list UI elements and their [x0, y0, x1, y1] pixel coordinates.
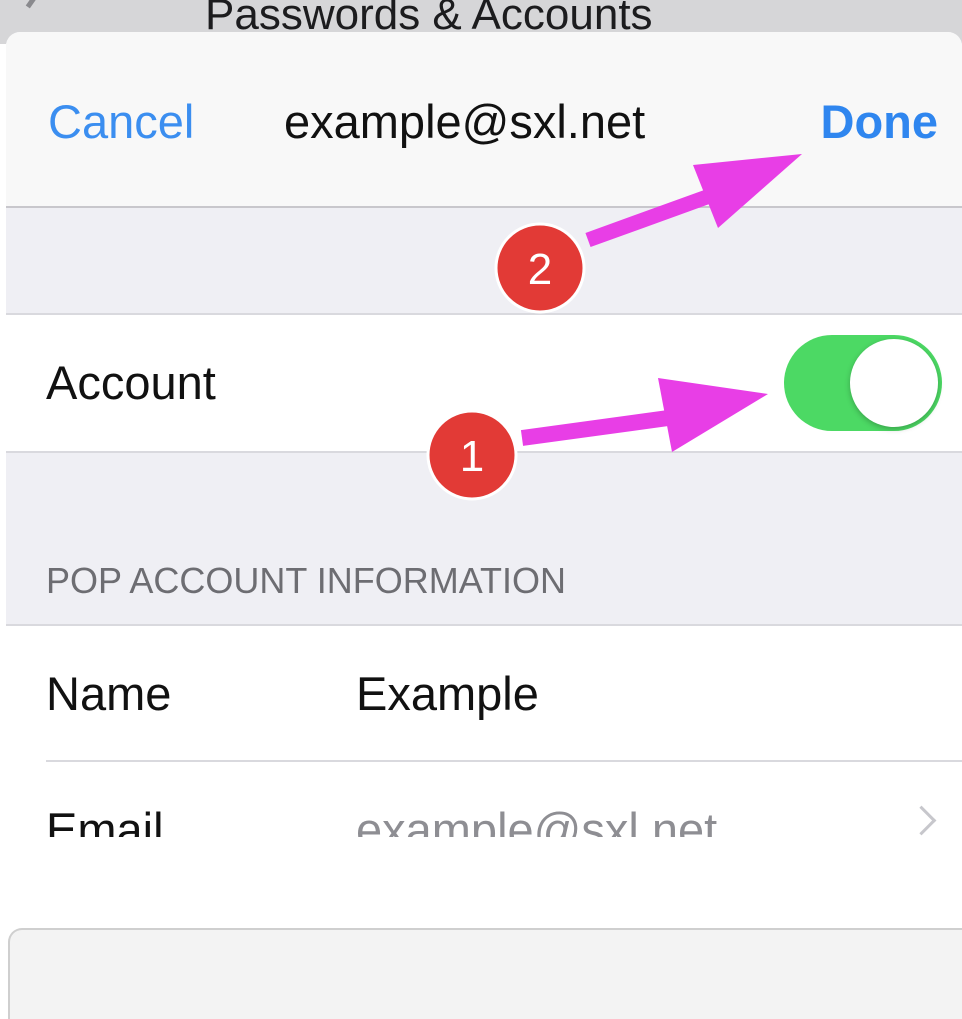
- bottom-panel: [8, 928, 962, 1019]
- account-sheet: Cancel example@sxl.net Done Account POP …: [6, 32, 962, 837]
- navbar: Cancel example@sxl.net Done: [6, 32, 962, 208]
- toggle-knob: [850, 339, 938, 427]
- pop-info-list: Name Example Email example@sxl.net: [6, 624, 962, 837]
- email-value: example@sxl.net: [356, 803, 718, 837]
- nav-title: example@sxl.net: [284, 95, 646, 148]
- name-label: Name: [46, 667, 172, 720]
- chevron-right-icon: [906, 805, 937, 836]
- cancel-button[interactable]: Cancel: [48, 94, 194, 149]
- email-label: Email: [46, 803, 164, 837]
- section-header: POP ACCOUNT INFORMATION: [46, 560, 567, 601]
- list-item-name[interactable]: Name Example: [46, 626, 962, 762]
- back-chevron-icon[interactable]: [25, 0, 64, 23]
- done-button[interactable]: Done: [821, 94, 939, 149]
- list-item-email[interactable]: Email example@sxl.net: [6, 762, 962, 837]
- account-toggle[interactable]: [784, 335, 942, 431]
- name-field[interactable]: Example: [356, 666, 539, 721]
- account-label: Account: [46, 356, 216, 409]
- account-row: Account: [6, 313, 962, 453]
